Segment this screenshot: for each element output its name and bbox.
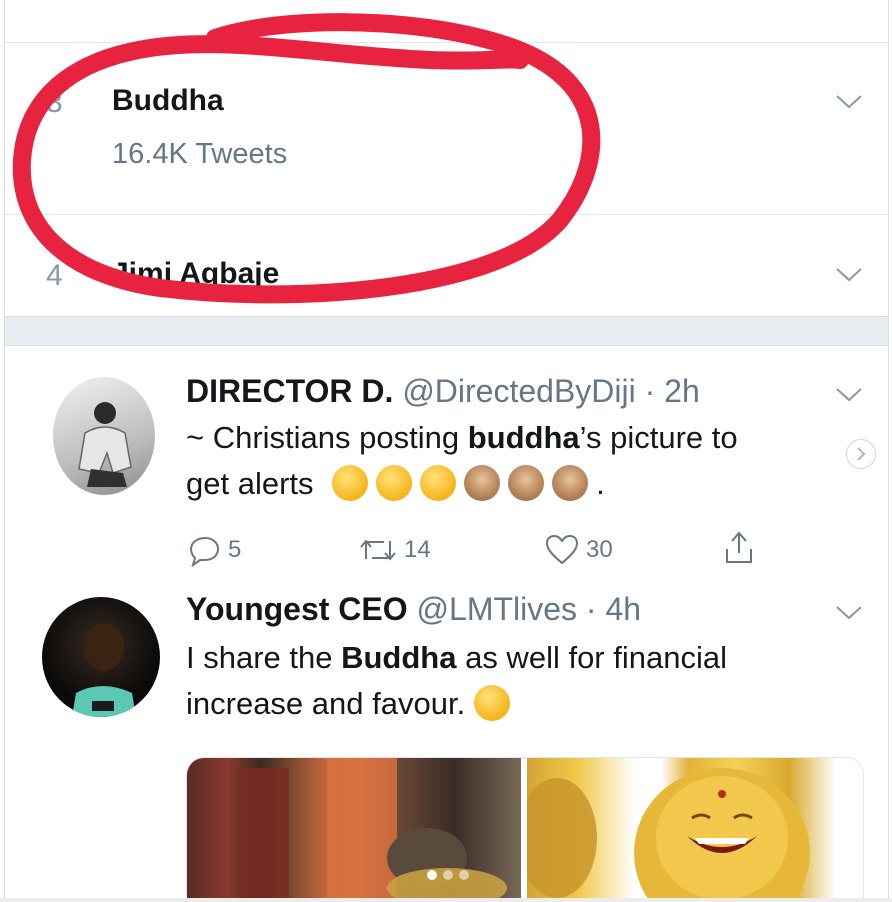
like-button[interactable]: 30 [544,533,613,567]
reply-button[interactable]: 5 [188,533,241,567]
carousel-dot[interactable] [443,870,453,880]
see-no-evil-monkey-icon [552,465,589,501]
golden-buddha-image [517,768,810,899]
share-button[interactable] [722,529,756,567]
tweet-author-name[interactable]: DIRECTOR D. [186,373,393,409]
tweet-text: I share the Buddha as well for financial… [186,640,727,721]
reply-count: 5 [228,536,242,563]
rolling-on-floor-laughing-icon [376,465,413,501]
trend-tweet-count: 16.4K Tweets [112,138,288,170]
trend-name: Buddha [112,84,224,117]
trend-row-jimi-agbaje[interactable]: 4 Jimi Agbaje [0,215,888,315]
frame-right-border [888,0,889,902]
tweet-header: Youngest CEO @LMTlives · 4h [186,591,641,628]
trend-rank: 3 [46,86,63,119]
frame-bottom-border [0,898,892,902]
tweet-highlight: buddha [467,420,580,455]
see-no-evil-monkey-icon [508,465,545,501]
statues-image [239,758,507,899]
avatar-figure [78,402,132,487]
tweet-separator: · [585,591,597,627]
avatar[interactable] [42,597,160,717]
tweet-author-name[interactable]: Youngest CEO [186,591,408,627]
tweet-actions: 5 14 30 [188,531,788,573]
tweet-text: ~ Christians posting buddha’s picture to… [186,420,738,501]
see-no-evil-monkey-icon [464,465,501,501]
tweet-handle[interactable]: @DirectedByDiji [402,373,635,409]
carousel-dot[interactable] [459,870,469,880]
chevron-down-icon[interactable] [835,605,863,621]
chevron-down-icon[interactable] [835,267,863,283]
avatar-figure [72,623,136,717]
chevron-down-icon[interactable] [835,387,863,403]
retweet-button[interactable]: 14 [358,533,431,567]
media-photo-golden-buddha[interactable] [517,758,863,899]
media-photo-statues[interactable] [187,758,521,899]
retweet-icon [360,539,396,561]
tweet-handle[interactable]: @LMTlives [417,591,578,627]
winking-face-icon [473,685,510,721]
trend-row-buddha[interactable]: 3 Buddha 16.4K Tweets [0,42,888,214]
tweet-time[interactable]: 2h [664,373,700,409]
chevron-down-icon[interactable] [835,94,863,110]
share-icon [726,531,752,563]
trend-name: Jimi Agbaje [112,257,280,290]
like-count: 30 [586,536,613,563]
carousel-dot-active[interactable] [427,870,437,880]
retweet-count: 14 [404,536,431,563]
rolling-on-floor-laughing-icon [420,465,457,501]
tweet-media[interactable] [186,757,864,899]
trend-rank: 4 [46,259,63,292]
tweet-separator: · [644,373,656,409]
chevron-right-icon [857,447,866,461]
avatar[interactable] [53,377,155,495]
section-separator [5,316,888,346]
tweet-director-d[interactable]: DIRECTOR D. @DirectedByDiji · 2h ~ Chris… [0,345,888,585]
rolling-on-floor-laughing-icon [332,465,369,501]
reply-icon [189,536,220,567]
carousel-next-button[interactable] [846,439,876,469]
tweet-time[interactable]: 4h [605,591,641,627]
tweet-header: DIRECTOR D. @DirectedByDiji · 2h [186,373,700,410]
tweet-highlight: Buddha [341,640,457,675]
heart-icon [545,534,579,565]
